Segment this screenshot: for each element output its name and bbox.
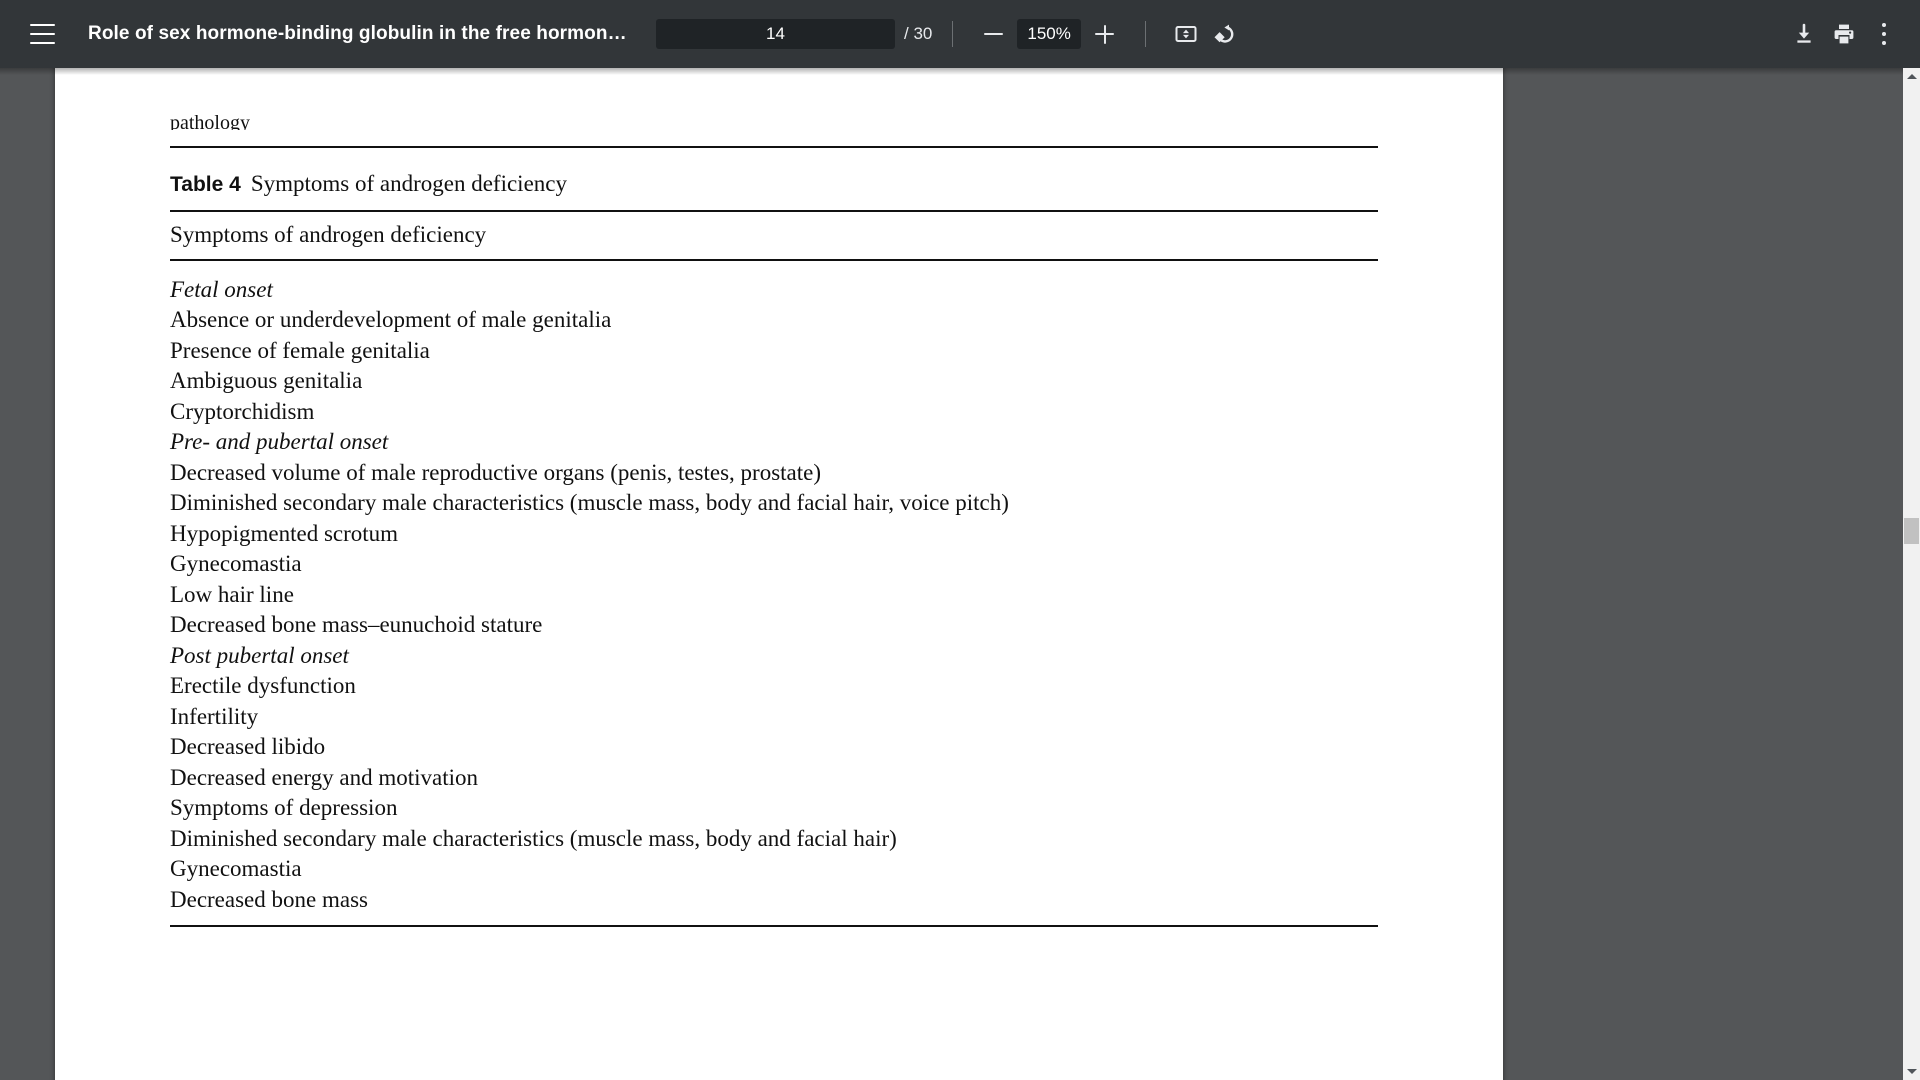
toolbar-left-group: Role of sex hormone-binding globulin in … [0, 10, 628, 58]
zoom-level-label[interactable]: 150% [1017, 19, 1081, 49]
clipped-previous-line: pathology [170, 112, 250, 130]
download-icon [1797, 23, 1811, 43]
table-row: Diminished secondary male characteristic… [170, 825, 897, 851]
vertical-scrollbar[interactable] [1903, 68, 1920, 1080]
table-bottom-rule [170, 925, 1378, 928]
previous-table-bottom-rule [170, 146, 1378, 148]
toolbar-center-group: / 30 150% [656, 14, 1246, 54]
table-row: Absence or underdevelopment of male geni… [170, 307, 612, 333]
plus-icon [1095, 24, 1115, 44]
hamburger-menu-icon[interactable] [18, 10, 66, 58]
fit-to-page-icon [1175, 26, 1197, 42]
document-title: Role of sex hormone-binding globulin in … [88, 23, 628, 44]
scrollbar-thumb[interactable] [1904, 518, 1919, 544]
table-row: Decreased volume of male reproductive or… [170, 459, 822, 485]
table-row: Ambiguous genitalia [170, 368, 363, 394]
table-group-heading: Fetal onset [170, 276, 273, 302]
table-row: Symptoms of depression [170, 795, 398, 821]
table-group-heading: Post pubertal onset [170, 642, 349, 668]
print-icon [1834, 24, 1854, 44]
pdf-page-14: pathology Table 4 Symptoms of androgen de… [55, 68, 1503, 1080]
table-group-heading: Pre- and pubertal onset [170, 429, 389, 455]
download-button[interactable] [1784, 14, 1824, 54]
table-row: Decreased energy and motivation [170, 764, 479, 790]
toolbar-divider-2 [1144, 21, 1146, 47]
rotate-button[interactable] [1206, 14, 1246, 54]
table-row: Cryptorchidism [170, 398, 315, 424]
table-row: Infertility [170, 703, 259, 729]
table-body: Fetal onset Absence or underdevelopment o… [170, 261, 1378, 926]
pdf-toolbar: Role of sex hormone-binding globulin in … [0, 0, 1920, 68]
more-options-kebab-icon [1881, 21, 1887, 47]
kebab-dot-2 [1881, 31, 1887, 37]
table-row: Decreased libido [170, 734, 326, 760]
menu-bar-2 [29, 32, 55, 36]
table-column-header: Symptoms of androgen deficiency [170, 221, 487, 247]
table-caption-label: Table 4 [170, 173, 241, 196]
page-count-label: / 30 [904, 24, 933, 43]
table-row: Erectile dysfunction [170, 673, 356, 699]
menu-bar-3 [29, 41, 55, 45]
table-row: Low hair line [170, 581, 294, 607]
minus-icon [983, 32, 1003, 36]
kebab-dot-3 [1881, 40, 1887, 45]
scroll-up-arrow-icon [1906, 74, 1917, 79]
rotate-clockwise-icon [1214, 24, 1234, 43]
menu-bar-1 [29, 23, 55, 27]
pdf-viewer-window: Role of sex hormone-binding globulin in … [0, 0, 1920, 1080]
table-row: Decreased bone mass–eunuchoid stature [170, 612, 543, 638]
scrollbar-up-button[interactable] [1903, 68, 1920, 85]
scroll-down-arrow-icon [1906, 1069, 1917, 1074]
zoom-out-button[interactable] [973, 14, 1013, 54]
pdf-viewer-canvas[interactable]: pathology Table 4 Symptoms of androgen de… [0, 68, 1920, 1080]
fit-to-page-button[interactable] [1166, 14, 1206, 54]
print-button[interactable] [1824, 14, 1864, 54]
table-row: Gynecomastia [170, 856, 302, 882]
scrollbar-down-button[interactable] [1903, 1063, 1920, 1080]
table-4: Table 4 Symptoms of androgen deficiency S… [170, 170, 1378, 928]
zoom-in-button[interactable] [1085, 14, 1125, 54]
table-row: Decreased bone mass [170, 886, 368, 912]
kebab-dot-1 [1881, 23, 1887, 28]
table-row: Diminished secondary male characteristic… [170, 490, 1009, 516]
more-options-button[interactable] [1864, 14, 1904, 54]
toolbar-right-group [1784, 14, 1920, 54]
toolbar-divider-1 [952, 21, 954, 47]
table-row: Presence of female genitalia [170, 337, 430, 363]
table-row: Gynecomastia [170, 551, 302, 577]
page-number-input[interactable] [656, 19, 895, 49]
table-caption: Table 4 Symptoms of androgen deficiency [170, 170, 1378, 210]
table-row: Hypopigmented scrotum [170, 520, 399, 546]
table-caption-text: Symptoms of androgen deficiency [250, 171, 567, 196]
